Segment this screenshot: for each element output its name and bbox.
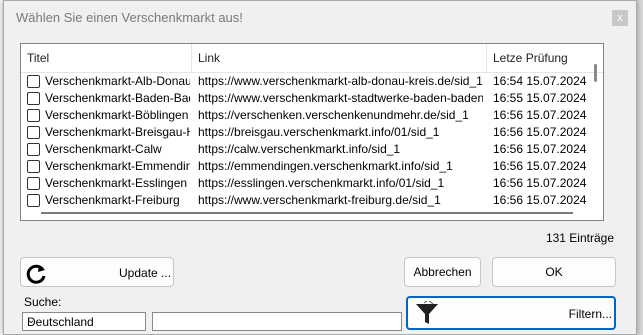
table-row[interactable]: Verschenkmarkt-Baden-Baden https://www.ve… [21, 90, 603, 107]
table-row[interactable]: Verschenkmarkt-Calw https://calw.verschen… [21, 141, 603, 158]
row-checkbox[interactable] [27, 143, 40, 156]
cell-letze-pruefung: 16:56 15.07.2024 [493, 125, 587, 139]
column-header-letze-pruefung[interactable]: Letze Prüfung [487, 44, 603, 72]
table-row[interactable]: Verschenkmarkt-Emmending... https://emmen… [21, 158, 603, 175]
list-header: Titel Link Letze Prüfung [21, 44, 603, 73]
cell-titel: Verschenkmarkt-Freiburg [45, 193, 180, 207]
row-checkbox[interactable] [27, 194, 40, 207]
cell-letze-pruefung: 16:56 15.07.2024 [493, 108, 587, 122]
cancel-button[interactable]: Abbrechen [404, 257, 481, 287]
cell-titel: Verschenkmarkt-Calw [45, 142, 162, 156]
cell-letze-pruefung: 16:56 15.07.2024 [493, 176, 587, 190]
cell-titel: Verschenkmarkt-Esslingen [45, 176, 188, 190]
region-select[interactable]: Deutschland ⌄ [22, 312, 146, 331]
select-market-dialog: Wählen Sie einen Verschenkmarkt aus! x T… [3, 0, 637, 335]
cell-link: https://verschenken.verschenkenundmehr.d… [198, 108, 469, 122]
search-input[interactable] [152, 312, 402, 331]
ok-button[interactable]: OK [492, 257, 616, 287]
entry-count: 131 Einträge [545, 231, 614, 245]
row-checkbox[interactable] [27, 177, 40, 190]
cell-letze-pruefung: 16:54 15.07.2024 [493, 74, 587, 88]
chevron-down-icon: ⌄ [27, 315, 36, 326]
cell-letze-pruefung: 16:56 15.07.2024 [493, 193, 587, 207]
table-row[interactable]: Verschenkmarkt-Breisgau-H... https://brei… [21, 124, 603, 141]
cell-titel: Verschenkmarkt-Baden-Baden [45, 91, 190, 105]
cell-link: https://www.verschenkmarkt-stadtwerke-ba… [198, 91, 483, 105]
vertical-scrollbar[interactable] [594, 64, 597, 82]
cell-letze-pruefung: 16:56 15.07.2024 [493, 159, 587, 173]
filter-button-label: Filtern... [568, 307, 612, 321]
column-header-link[interactable]: Link [192, 44, 487, 72]
cell-link: https://www.verschenkmarkt-alb-donau-kre… [198, 74, 483, 88]
table-row[interactable]: Verschenkmarkt-Freiburg https://www.versc… [21, 192, 603, 209]
table-row[interactable]: Verschenkmarkt-Esslingen https://esslinge… [21, 175, 603, 192]
row-checkbox[interactable] [27, 126, 40, 139]
funnel-filter-icon [414, 299, 440, 330]
market-list[interactable]: Titel Link Letze Prüfung Verschenkmarkt-… [20, 43, 604, 221]
cell-link: https://calw.verschenkmarkt.info/sid_1 [198, 142, 401, 156]
cell-titel: Verschenkmarkt-Emmending... [45, 159, 190, 173]
row-checkbox[interactable] [27, 75, 40, 88]
cell-titel: Verschenkmarkt-Böblingen [45, 108, 189, 122]
search-label: Suche: [24, 295, 62, 309]
row-checkbox[interactable] [27, 160, 40, 173]
cell-link: https://emmendingen.verschenkmarkt.info/… [198, 159, 453, 173]
filter-button[interactable]: Filtern... [406, 296, 616, 330]
update-button[interactable]: Update ... [20, 257, 174, 287]
cell-letze-pruefung: 16:55 15.07.2024 [493, 91, 587, 105]
refresh-icon [25, 261, 49, 288]
dialog-title: Wählen Sie einen Verschenkmarkt aus! [16, 10, 243, 25]
cell-titel: Verschenkmarkt-Alb-Donau-... [45, 74, 190, 88]
row-checkbox[interactable] [27, 109, 40, 122]
close-button[interactable]: x [612, 10, 628, 26]
cell-letze-pruefung: 16:56 15.07.2024 [493, 142, 587, 156]
table-row[interactable]: Verschenkmarkt-Böblingen https://verschen… [21, 107, 603, 124]
horizontal-scrollbar[interactable] [41, 212, 573, 214]
column-header-titel[interactable]: Titel [21, 44, 192, 72]
update-button-label: Update ... [119, 266, 172, 280]
cell-link: https://esslingen.verschenkmarkt.info/01… [198, 176, 445, 190]
cell-link: https://breisgau.verschenkmarkt.info/01/… [198, 125, 440, 139]
cell-titel: Verschenkmarkt-Breisgau-H... [45, 125, 190, 139]
row-checkbox[interactable] [27, 92, 40, 105]
table-row[interactable]: Verschenkmarkt-Alb-Donau-... https://www.… [21, 73, 603, 90]
cell-link: https://www.verschenkmarkt-freiburg.de/s… [198, 193, 441, 207]
